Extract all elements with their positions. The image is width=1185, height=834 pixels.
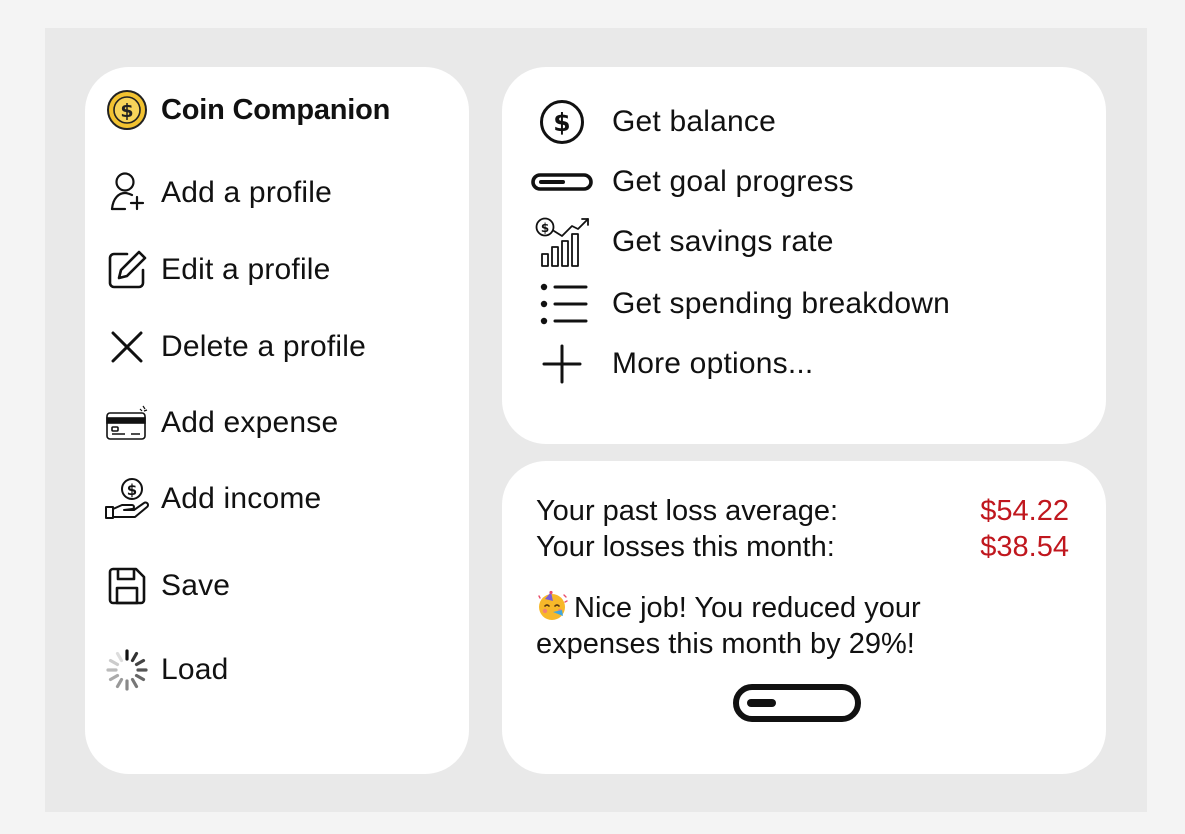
get-spending-breakdown-button[interactable]: Get spending breakdown xyxy=(530,280,950,328)
message-text: Nice job! You reduced your expenses this… xyxy=(536,592,921,660)
coin-dollar-icon: $ xyxy=(105,88,149,132)
add-profile-button[interactable]: Add a profile xyxy=(104,168,332,218)
svg-text:$: $ xyxy=(120,100,133,122)
dollar-circle-icon: $ xyxy=(530,98,594,146)
progress-bar-icon xyxy=(733,684,861,722)
action-label: Get savings rate xyxy=(612,225,834,258)
app-title: Coin Companion xyxy=(161,93,391,126)
nav-label: Delete a profile xyxy=(161,330,366,363)
get-balance-button[interactable]: $ Get balance xyxy=(530,98,776,146)
nav-label: Add expense xyxy=(161,406,339,439)
get-goal-progress-button[interactable]: Get goal progress xyxy=(530,158,854,206)
get-savings-rate-button[interactable]: $ Get savings rate xyxy=(530,217,834,267)
savings-chart-icon: $ xyxy=(530,217,594,267)
nav-label: Add income xyxy=(161,482,322,515)
edit-profile-button[interactable]: Edit a profile xyxy=(104,245,331,295)
this-month-value: $38.54 xyxy=(980,531,1069,563)
party-face-icon xyxy=(536,590,568,622)
more-options-button[interactable]: More options... xyxy=(530,340,813,388)
encouragement-message: Nice job! You reduced your expenses this… xyxy=(536,590,1006,662)
action-label: Get balance xyxy=(612,105,776,138)
load-button[interactable]: Load xyxy=(104,645,229,695)
user-plus-icon xyxy=(104,170,150,216)
brand: $ Coin Companion xyxy=(105,88,390,132)
list-icon xyxy=(530,280,594,328)
progress-bar-icon xyxy=(530,158,594,206)
loading-spinner-icon xyxy=(104,647,150,693)
save-icon xyxy=(104,563,150,609)
close-icon xyxy=(104,324,150,370)
nav-label: Edit a profile xyxy=(161,253,331,286)
svg-text:$: $ xyxy=(553,108,570,137)
past-average-value: $54.22 xyxy=(980,495,1069,527)
hand-coin-icon: $ xyxy=(104,476,150,522)
plus-icon xyxy=(530,340,594,388)
save-button[interactable]: Save xyxy=(104,561,230,611)
svg-text:$: $ xyxy=(541,221,549,235)
action-label: More options... xyxy=(612,347,814,380)
past-average-label: Your past loss average: xyxy=(536,495,839,527)
goal-progress-bar xyxy=(733,684,861,727)
add-income-button[interactable]: $ Add income xyxy=(104,474,321,524)
add-expense-button[interactable]: Add expense xyxy=(104,398,338,448)
action-label: Get goal progress xyxy=(612,165,854,198)
this-month-row: Your losses this month: $38.54 xyxy=(536,530,1069,564)
credit-card-icon xyxy=(104,400,150,446)
progress-fill xyxy=(747,699,776,707)
nav-label: Add a profile xyxy=(161,176,333,209)
svg-text:$: $ xyxy=(127,481,137,499)
delete-profile-button[interactable]: Delete a profile xyxy=(104,322,366,372)
nav-label: Load xyxy=(161,653,229,686)
edit-icon xyxy=(104,247,150,293)
this-month-label: Your losses this month: xyxy=(536,531,835,563)
nav-label: Save xyxy=(161,569,231,602)
action-label: Get spending breakdown xyxy=(612,287,950,320)
past-average-row: Your past loss average: $54.22 xyxy=(536,494,1069,528)
